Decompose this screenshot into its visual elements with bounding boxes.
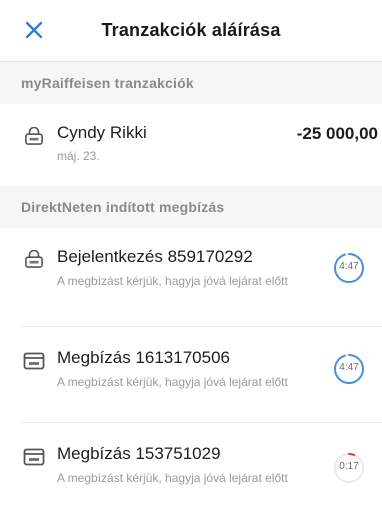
order-subtitle: A megbízást kérjük, hagyja jóvá lejárat … [57,274,288,288]
order-title: Megbízás 153751029 [57,444,221,463]
countdown-timer: 4:47 [333,252,365,284]
transaction-amount: -25 000,00 [296,124,378,143]
section-title: DirektNeten indított megbízás [21,199,225,215]
transaction-name: Cyndy Rikki [57,123,147,142]
timer-label: 4:47 [339,362,359,373]
order-title: Megbízás 1613170506 [57,348,230,367]
countdown-timer: 4:47 [333,353,365,385]
section-header-direktnet: DirektNeten indított megbízás [0,186,382,228]
order-title: Bejelentkezés 859170292 [57,247,253,266]
card-icon [23,448,45,466]
top-bar: Tranzakciók aláírása [0,0,382,62]
list-item-order[interactable]: Bejelentkezés 859170292 A megbízást kérj… [0,228,382,326]
lock-icon [25,127,43,145]
card-icon [23,352,45,370]
section-header-myraiffeisen: myRaiffeisen tranzakciók [0,62,382,104]
order-subtitle: A megbízást kérjük, hagyja jóvá lejárat … [57,471,288,485]
transaction-list: myRaiffeisen tranzakciók Cyndy Rikki máj… [0,62,382,515]
transaction-date: máj. 23. [57,149,100,163]
order-subtitle: A megbízást kérjük, hagyja jóvá lejárat … [57,375,288,389]
lock-icon [25,250,43,268]
list-item-transaction[interactable]: Cyndy Rikki máj. 23. -25 000,00 [0,104,382,186]
section-title: myRaiffeisen tranzakciók [21,75,194,91]
countdown-timer: 0:17 [333,452,365,484]
timer-label: 0:17 [339,461,359,472]
list-item-order[interactable]: Megbízás 153751029 A megbízást kérjük, h… [0,422,382,515]
list-item-order[interactable]: Megbízás 1613170506 A megbízást kérjük, … [0,326,382,422]
page-title: Tranzakciók aláírása [101,20,281,40]
timer-label: 4:47 [339,261,359,272]
